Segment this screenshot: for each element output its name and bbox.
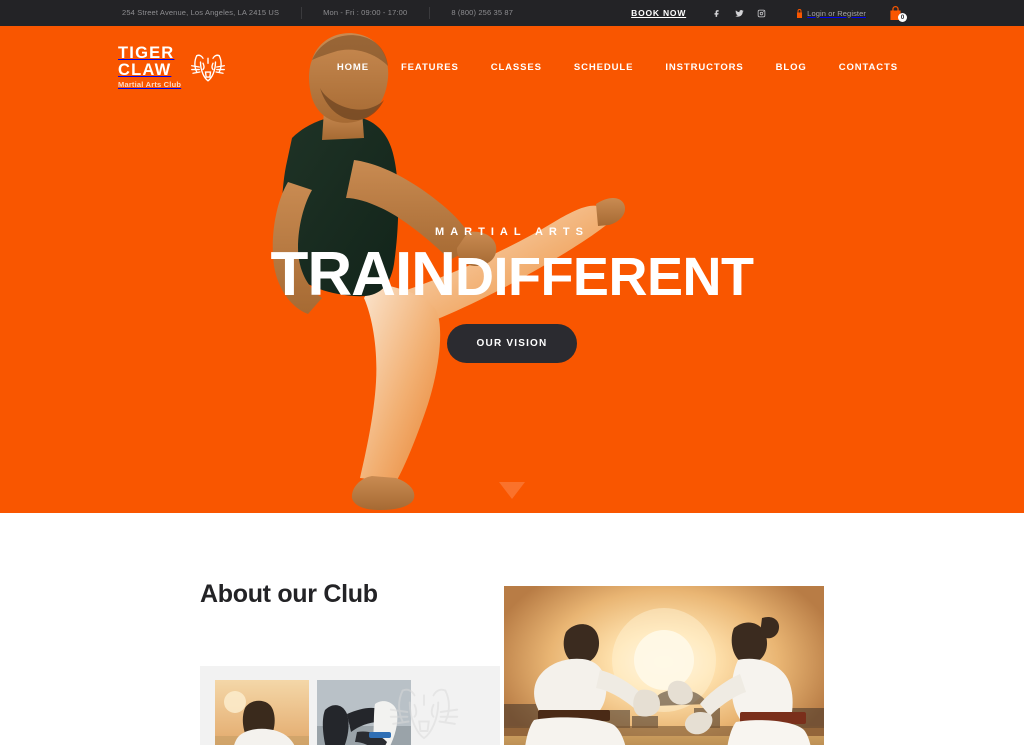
address-text: 254 Street Avenue, Los Angeles, LA 2415 … <box>122 8 280 17</box>
cart-count-badge: 0 <box>898 13 907 22</box>
about-heading: About our Club <box>200 580 378 608</box>
tiger-head-icon <box>187 47 229 87</box>
scroll-down-arrow[interactable] <box>0 482 1024 499</box>
instagram-icon[interactable] <box>750 0 772 26</box>
main-navigation: HOME FEATURES CLASSES SCHEDULE INSTRUCTO… <box>321 62 914 73</box>
top-bar: 254 Street Avenue, Los Angeles, LA 2415 … <box>0 0 1024 26</box>
tiger-watermark-icon <box>386 674 462 745</box>
topbar-info-group: 254 Street Avenue, Los Angeles, LA 2415 … <box>122 0 535 26</box>
working-hours-text: Mon - Fri : 09:00 - 17:00 <box>301 0 429 26</box>
nav-item-blog[interactable]: BLOG <box>760 62 823 73</box>
nav-item-home[interactable]: HOME <box>321 62 385 73</box>
twitter-icon[interactable] <box>728 0 750 26</box>
site-logo[interactable]: TIGER CLAW Martial Arts Club <box>118 45 229 89</box>
hero-cta-wrap: OUR VISION <box>0 324 1024 363</box>
our-vision-button[interactable]: OUR VISION <box>446 324 578 363</box>
phone-text: 8 (800) 256 35 87 <box>429 0 535 26</box>
about-feature-image <box>504 586 824 745</box>
hero-title: TRAIN DIFFERENT <box>0 244 1024 306</box>
login-register-link[interactable]: Login or Register <box>778 8 878 18</box>
social-links <box>700 0 778 26</box>
thumbnail-image-1[interactable] <box>215 680 309 745</box>
logo-line-2: CLAW <box>118 61 172 80</box>
chevron-down-icon <box>499 482 525 499</box>
nav-item-features[interactable]: FEATURES <box>385 62 475 73</box>
hero-section: TIGER CLAW Martial Arts Club HOME FEATUR… <box>0 26 1024 513</box>
facebook-icon[interactable] <box>706 0 728 26</box>
topbar-actions: BOOK NOW Login or Register 0 <box>617 0 1024 26</box>
logo-line-1: TIGER <box>118 44 175 63</box>
hero-title-word-2: DIFFERENT <box>454 247 754 307</box>
about-gallery-panel <box>200 666 500 745</box>
hero-eyebrow: MARTIAL ARTS <box>435 226 589 238</box>
logo-tagline: Martial Arts Club <box>118 80 182 90</box>
cart-button[interactable]: 0 <box>878 0 912 26</box>
about-thumbnails <box>215 680 411 745</box>
book-now-link[interactable]: BOOK NOW <box>617 8 700 18</box>
nav-item-classes[interactable]: CLASSES <box>475 62 558 73</box>
nav-item-schedule[interactable]: SCHEDULE <box>558 62 649 73</box>
login-register-label: Login or Register <box>807 8 866 18</box>
hero-content: MARTIAL ARTS TRAIN DIFFERENT OUR VISION <box>0 108 1024 363</box>
site-header: TIGER CLAW Martial Arts Club HOME FEATUR… <box>0 26 1024 108</box>
logo-wordmark: TIGER CLAW Martial Arts Club <box>118 45 181 89</box>
hero-title-word-1: TRAIN <box>270 240 456 309</box>
lock-icon <box>796 8 803 18</box>
nav-item-instructors[interactable]: INSTRUCTORS <box>649 62 759 73</box>
nav-item-contacts[interactable]: CONTACTS <box>823 62 914 73</box>
